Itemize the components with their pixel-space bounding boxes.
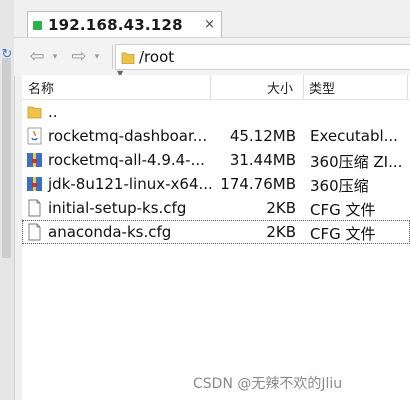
tab-bar: 192.168.43.128 ×	[14, 0, 410, 37]
file-name: rocketmq-all-4.9.4-...	[48, 151, 205, 169]
close-tab-icon[interactable]: ×	[204, 17, 215, 32]
path-input[interactable]: /root	[115, 44, 410, 70]
file-name: jdk-8u121-linux-x64...	[48, 175, 213, 193]
list-item-selected[interactable]: anaconda-ks.cfg 2KB CFG 文件	[22, 220, 410, 244]
archive-icon	[27, 177, 42, 191]
file-name: ..	[48, 103, 58, 121]
file-list: 名称 大小 类型 .. rocketmq-dashboar... 45.12MB…	[22, 75, 410, 400]
back-arrow-icon[interactable]: ⇦	[26, 47, 48, 67]
column-header-name[interactable]: 名称	[28, 78, 54, 97]
list-item-parent[interactable]: ..	[22, 100, 410, 124]
list-item[interactable]: initial-setup-ks.cfg 2KB CFG 文件	[22, 196, 410, 220]
file-name: rocketmq-dashboar...	[48, 127, 208, 145]
archive-icon	[27, 153, 42, 167]
left-pane-strip: ↻	[0, 0, 15, 400]
toolbar-separator	[112, 45, 113, 69]
tab-session[interactable]: 192.168.43.128 ×	[27, 11, 222, 37]
file-size: 2KB	[266, 223, 296, 241]
java-jar-icon	[27, 127, 42, 145]
column-header-type[interactable]: 类型	[309, 78, 335, 97]
file-size: 2KB	[266, 199, 296, 217]
file-type: Executabl...	[310, 127, 398, 145]
folder-icon	[27, 106, 42, 119]
column-header-size[interactable]: 大小	[267, 78, 293, 97]
file-icon	[28, 199, 41, 217]
file-name: anaconda-ks.cfg	[48, 223, 172, 241]
file-size: 45.12MB	[229, 127, 296, 145]
list-item[interactable]: rocketmq-all-4.9.4-... 31.44MB 360压缩 ZI.…	[22, 148, 410, 172]
file-name: initial-setup-ks.cfg	[48, 199, 187, 217]
column-divider[interactable]	[210, 75, 211, 99]
folder-icon	[121, 52, 135, 64]
file-type: 360压缩 ZI...	[310, 153, 403, 171]
back-history-dropdown-icon[interactable]: ▾	[50, 49, 60, 65]
file-type: CFG 文件	[310, 201, 376, 219]
watermark-text: CSDN @无辣不欢的Jliu	[193, 376, 343, 392]
forward-history-dropdown-icon[interactable]: ▾	[92, 49, 102, 65]
current-path: /root	[139, 48, 175, 66]
file-list-header: 名称 大小 类型	[22, 75, 410, 100]
file-size: 31.44MB	[229, 151, 296, 169]
forward-arrow-icon[interactable]: ⇨	[68, 47, 90, 67]
column-divider[interactable]	[407, 75, 408, 99]
list-item[interactable]: jdk-8u121-linux-x64... 174.76MB 360压缩	[22, 172, 410, 196]
list-item[interactable]: rocketmq-dashboar... 45.12MB Executabl..…	[22, 124, 410, 148]
file-type: CFG 文件	[310, 225, 376, 243]
file-size: 174.76MB	[220, 175, 296, 193]
tab-title: 192.168.43.128	[48, 16, 183, 34]
file-type: 360压缩	[310, 177, 369, 195]
column-divider[interactable]	[303, 75, 304, 99]
navigation-bar: ⇦ ▾ ⇨ ▾ /root ▼	[14, 37, 410, 78]
file-icon	[28, 223, 41, 241]
connection-status-icon	[33, 21, 42, 30]
left-pane-scrollbar[interactable]	[2, 58, 11, 258]
